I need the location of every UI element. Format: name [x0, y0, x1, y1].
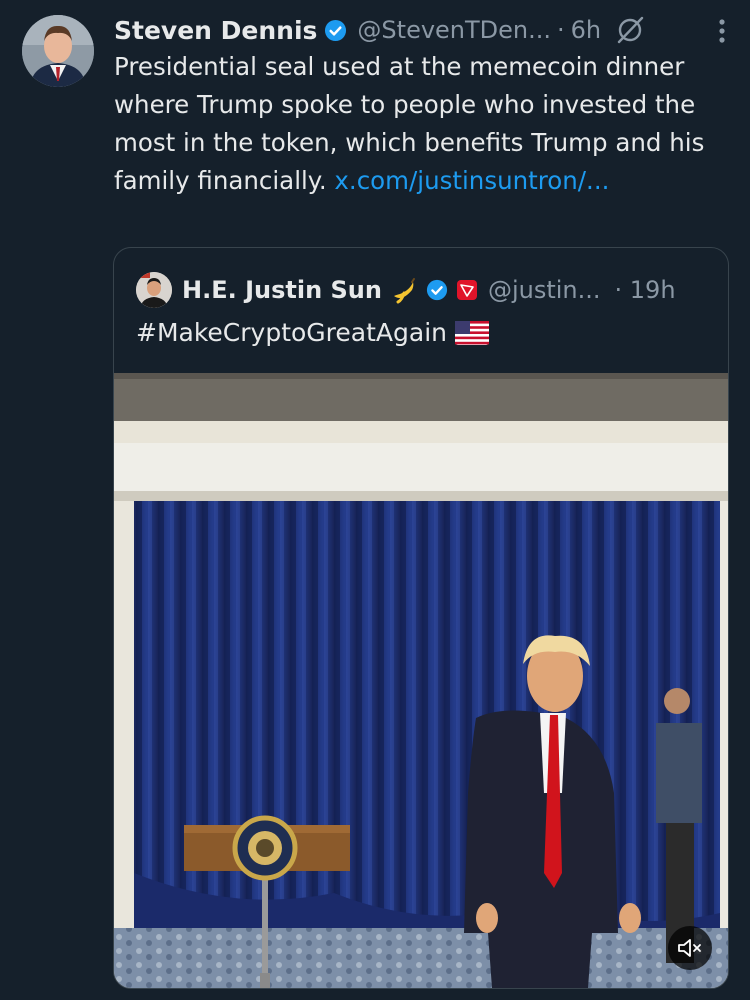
- separator-dot: ·: [557, 16, 565, 44]
- tweet-text: Presidential seal used at the memecoin d…: [114, 48, 734, 200]
- quoted-author-handle[interactable]: @justin...: [488, 276, 601, 304]
- quoted-tweet[interactable]: H.E. Justin Sun @justin... · 19h #MakeCr…: [113, 247, 729, 989]
- quoted-verified-badge-icon: [426, 279, 448, 301]
- video-frame-image: [114, 373, 728, 988]
- more-vertical-icon[interactable]: [718, 18, 726, 44]
- grok-icon[interactable]: [615, 15, 645, 45]
- tweet-time[interactable]: 6h: [571, 16, 601, 44]
- banana-emoji-icon: [393, 278, 415, 304]
- verified-badge-icon: [325, 19, 347, 41]
- tron-icon: [456, 280, 477, 300]
- mute-button[interactable]: [668, 926, 712, 970]
- quoted-tweet-time[interactable]: · 19h: [615, 276, 676, 304]
- author-handle[interactable]: @StevenTDen...: [357, 16, 551, 44]
- author-avatar[interactable]: [22, 15, 94, 87]
- hashtag[interactable]: #MakeCryptoGreatAgain: [136, 318, 447, 347]
- us-flag-icon: [455, 320, 489, 345]
- quoted-author-name[interactable]: H.E. Justin Sun: [182, 276, 382, 304]
- tweet-header: Steven Dennis @StevenTDen... · 6h: [114, 10, 750, 50]
- mute-icon: [678, 939, 701, 957]
- tweet-link[interactable]: x.com/​justinsuntron/...: [334, 166, 609, 195]
- quoted-author-avatar[interactable]: [136, 272, 172, 308]
- video-media[interactable]: [114, 373, 728, 988]
- quoted-tweet-header: H.E. Justin Sun @justin... · 19h: [136, 270, 676, 310]
- quoted-tweet-text: #MakeCryptoGreatAgain: [136, 318, 489, 347]
- author-name[interactable]: Steven Dennis: [114, 16, 317, 45]
